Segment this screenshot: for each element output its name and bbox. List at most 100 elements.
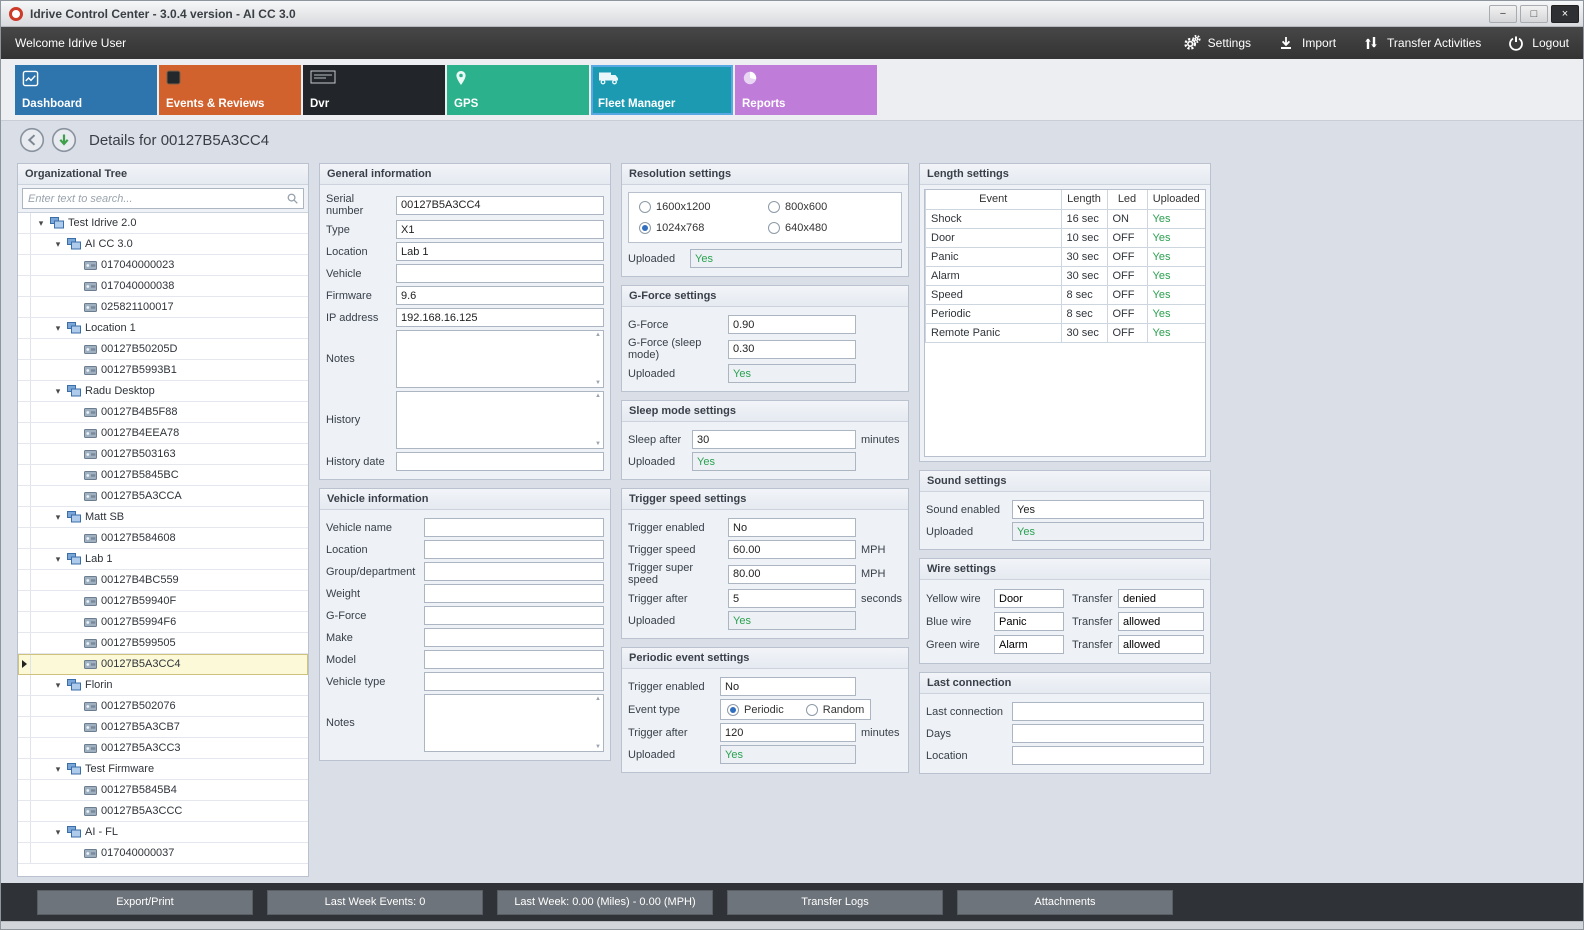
tree-row[interactable]: ▾ 00127B5845B4 — [18, 780, 308, 801]
field-input[interactable] — [728, 565, 856, 584]
length-column-header[interactable]: Event — [926, 190, 1062, 209]
back-button[interactable] — [19, 127, 45, 153]
tree-row[interactable]: ▾ 00127B5A3CC3 — [18, 738, 308, 759]
length-row[interactable]: Panic30 secOFFYes — [926, 247, 1206, 266]
field-input[interactable] — [692, 452, 856, 471]
resolution-option[interactable]: 800x600 — [768, 201, 891, 213]
top-action-button[interactable]: Settings — [1183, 34, 1251, 52]
field-input[interactable] — [728, 340, 856, 359]
resolution-option[interactable]: 640x480 — [768, 222, 891, 234]
module-tile[interactable]: Dvr — [303, 65, 445, 115]
expand-arrow-icon[interactable]: ▾ — [53, 239, 63, 250]
field-textarea[interactable] — [396, 330, 604, 388]
tree-search-input[interactable] — [22, 188, 304, 209]
tree-row[interactable]: ▾ Matt SB — [18, 507, 308, 528]
module-tile[interactable]: Dashboard — [15, 65, 157, 115]
field-input[interactable] — [728, 518, 856, 537]
tree-row[interactable]: ▾ Test Idrive 2.0 — [18, 213, 308, 234]
length-row[interactable]: Shock16 secONYes — [926, 209, 1206, 228]
module-tile[interactable]: Fleet Manager — [591, 65, 733, 115]
module-tile[interactable]: GPS — [447, 65, 589, 115]
module-tile[interactable]: Events & Reviews — [159, 65, 301, 115]
field-input[interactable] — [424, 562, 604, 581]
trigger-enabled-input[interactable] — [720, 677, 856, 696]
field-input[interactable] — [728, 364, 856, 383]
length-row[interactable]: Periodic8 secOFFYes — [926, 304, 1206, 323]
tree-row[interactable]: ▾ 00127B5A3CCA — [18, 486, 308, 507]
tree-row[interactable]: ▾ 00127B5993B1 — [18, 360, 308, 381]
field-input[interactable] — [396, 196, 604, 215]
tree-row[interactable]: ▾ 00127B599505 — [18, 633, 308, 654]
tree-row[interactable]: ▾ 017040000038 — [18, 276, 308, 297]
field-input[interactable] — [396, 264, 604, 283]
transfer-mode-input[interactable] — [1118, 589, 1204, 608]
top-action-button[interactable]: Import — [1277, 34, 1336, 52]
tree-row[interactable]: ▾ 00127B4EEA78 — [18, 423, 308, 444]
top-action-button[interactable]: Transfer Activities — [1362, 34, 1481, 52]
download-details-button[interactable] — [51, 127, 77, 153]
tree-row[interactable]: ▾ Radu Desktop — [18, 381, 308, 402]
tree-row[interactable]: ▾ 00127B50205D — [18, 339, 308, 360]
field-input[interactable] — [1012, 522, 1204, 541]
radio-icon[interactable] — [768, 201, 780, 213]
length-column-header[interactable]: Length — [1061, 190, 1107, 209]
expand-arrow-icon[interactable]: ▾ — [53, 554, 63, 565]
radio-icon[interactable] — [806, 704, 818, 716]
expand-arrow-icon[interactable]: ▾ — [53, 323, 63, 334]
radio-icon[interactable] — [768, 222, 780, 234]
tree-row[interactable]: ▾ 00127B5A3CC4 — [18, 654, 308, 675]
transfer-mode-input[interactable] — [1118, 635, 1204, 654]
field-input[interactable] — [728, 611, 856, 630]
field-input[interactable] — [424, 628, 604, 647]
field-input[interactable] — [424, 606, 604, 625]
tree-row[interactable]: ▾ 00127B502076 — [18, 696, 308, 717]
length-column-header[interactable]: Uploaded — [1147, 190, 1205, 209]
tree-row[interactable]: ▾ Location 1 — [18, 318, 308, 339]
bottom-action-button[interactable]: Export/Print — [37, 890, 253, 915]
tree-row[interactable]: ▾ 00127B5994F6 — [18, 612, 308, 633]
expand-arrow-icon[interactable]: ▾ — [53, 680, 63, 691]
window-control-button[interactable]: − — [1489, 5, 1517, 23]
trigger-after-input[interactable] — [720, 723, 856, 742]
expand-arrow-icon[interactable]: ▾ — [36, 218, 46, 229]
field-textarea[interactable] — [396, 391, 604, 449]
event-type-option[interactable]: Random — [806, 704, 865, 716]
radio-icon[interactable] — [639, 222, 651, 234]
tree-row[interactable]: ▾ 00127B59940F — [18, 591, 308, 612]
radio-icon[interactable] — [639, 201, 651, 213]
tree-row[interactable]: ▾ Florin — [18, 675, 308, 696]
field-input[interactable] — [396, 242, 604, 261]
resolution-option[interactable]: 1600x1200 — [639, 201, 762, 213]
window-control-button[interactable]: × — [1551, 5, 1579, 23]
field-input[interactable] — [424, 518, 604, 537]
bottom-action-button[interactable]: Attachments — [957, 890, 1173, 915]
tree-row[interactable]: ▾ 00127B5845BC — [18, 465, 308, 486]
window-titlebar[interactable]: Idrive Control Center - 3.0.4 version - … — [1, 1, 1583, 27]
wire-event-input[interactable] — [994, 635, 1064, 654]
event-type-option[interactable]: Periodic — [727, 704, 784, 716]
field-input[interactable] — [1012, 500, 1204, 519]
length-row[interactable]: Door10 secOFFYes — [926, 228, 1206, 247]
tree-row[interactable]: ▾ 00127B4BC559 — [18, 570, 308, 591]
transfer-mode-input[interactable] — [1118, 612, 1204, 631]
field-input[interactable] — [396, 286, 604, 305]
field-input[interactable] — [396, 452, 604, 471]
wire-event-input[interactable] — [994, 612, 1064, 631]
expand-arrow-icon[interactable]: ▾ — [53, 827, 63, 838]
field-input[interactable] — [396, 220, 604, 239]
window-control-button[interactable]: □ — [1520, 5, 1548, 23]
tree-row[interactable]: ▾ Test Firmware — [18, 759, 308, 780]
length-row[interactable]: Speed8 secOFFYes — [926, 285, 1206, 304]
field-input[interactable] — [692, 430, 856, 449]
length-row[interactable]: Remote Panic30 secOFFYes — [926, 323, 1206, 342]
length-column-header[interactable]: Led — [1107, 190, 1147, 209]
radio-icon[interactable] — [727, 704, 739, 716]
tree-row[interactable]: ▾ 00127B4B5F88 — [18, 402, 308, 423]
bottom-action-button[interactable]: Last Week Events: 0 — [267, 890, 483, 915]
module-tile[interactable]: Reports — [735, 65, 877, 115]
tree-row[interactable]: ▾ 017040000023 — [18, 255, 308, 276]
resolution-option[interactable]: 1024x768 — [639, 222, 762, 234]
field-input[interactable] — [424, 672, 604, 691]
tree-row[interactable]: ▾ Lab 1 — [18, 549, 308, 570]
field-input[interactable] — [424, 540, 604, 559]
